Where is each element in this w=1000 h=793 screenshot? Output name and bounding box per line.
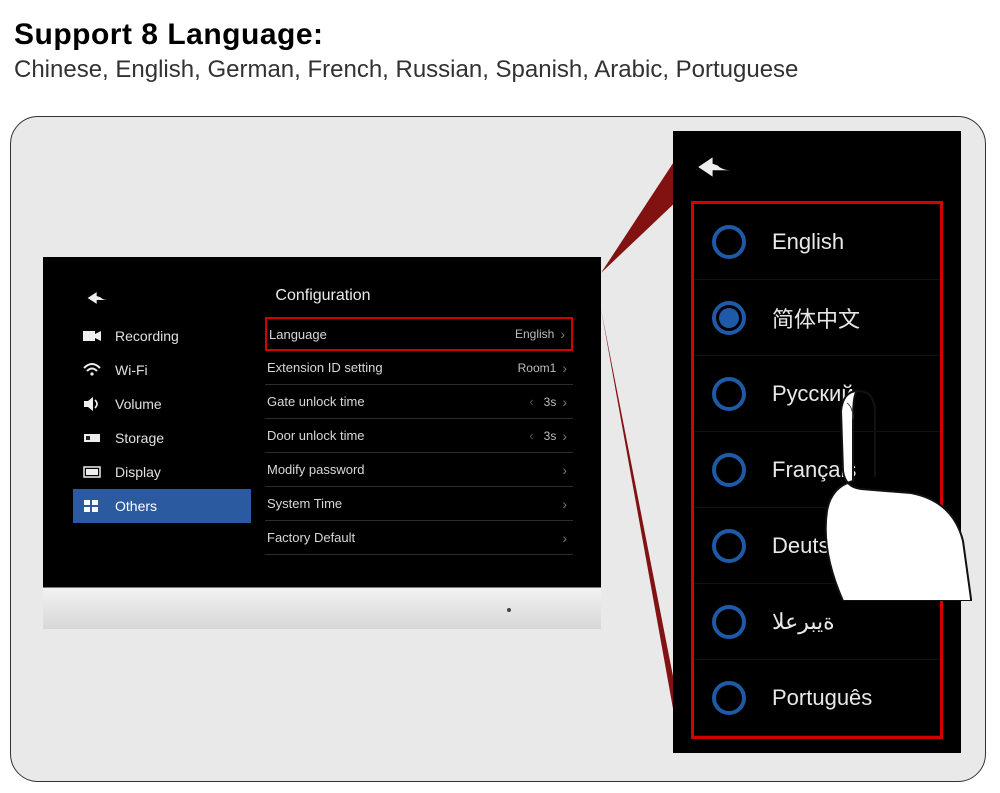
language-label: English <box>772 229 844 255</box>
language-option--[interactable]: 简体中文 <box>694 280 940 356</box>
device-bezel: Configuration Recording Wi-Fi Volume Storag… <box>43 257 601 587</box>
sidebar: Recording Wi-Fi Volume Storage Display Others <box>73 319 251 523</box>
language-option-portugu-s[interactable]: Português <box>694 660 940 736</box>
language-option--[interactable]: ةيبرعلا <box>694 584 940 660</box>
language-label: ةيبرعلا <box>772 609 835 635</box>
storage-icon <box>83 429 101 447</box>
wifi-icon <box>83 361 101 379</box>
setting-label: Extension ID setting <box>267 360 383 375</box>
setting-value: Room1 <box>518 361 557 375</box>
volume-icon <box>83 395 101 413</box>
sidebar-item-display[interactable]: Display <box>73 455 251 489</box>
setting-label: Door unlock time <box>267 428 365 443</box>
sidebar-item-label: Storage <box>115 430 164 446</box>
back-icon[interactable] <box>695 153 735 181</box>
setting-label: System Time <box>267 496 342 511</box>
radio-icon <box>712 377 746 411</box>
language-option-deutsch[interactable]: Deutsch <box>694 508 940 584</box>
sidebar-item-wi-fi[interactable]: Wi-Fi <box>73 353 251 387</box>
setting-value: 3s <box>544 395 557 409</box>
setting-value: English <box>515 327 554 341</box>
radio-icon <box>712 529 746 563</box>
sidebar-item-label: Display <box>115 464 161 480</box>
setting-row-modify-password[interactable]: Modify password › <box>265 453 573 487</box>
radio-icon <box>712 681 746 715</box>
language-label: 简体中文 <box>772 302 860 334</box>
grid-icon <box>83 497 101 515</box>
chevron-right-icon: › <box>562 496 567 512</box>
headline: Support 8 Language: <box>0 0 1000 56</box>
sidebar-item-label: Recording <box>115 328 179 344</box>
config-screen: Configuration Recording Wi-Fi Volume Storag… <box>73 279 573 563</box>
chevron-right-icon: › <box>562 360 567 376</box>
chevron-right-icon: › <box>562 462 567 478</box>
microphone-dot <box>507 608 511 612</box>
sidebar-item-others[interactable]: Others <box>73 489 251 523</box>
setting-value: 3s <box>544 429 557 443</box>
setting-row-extension-id-setting[interactable]: Extension ID setting Room1 › <box>265 351 573 385</box>
radio-icon <box>712 605 746 639</box>
setting-row-system-time[interactable]: System Time › <box>265 487 573 521</box>
setting-label: Modify password <box>267 462 365 477</box>
language-label: Português <box>772 685 872 711</box>
chevron-right-icon: › <box>562 530 567 546</box>
language-option-english[interactable]: English <box>694 204 940 280</box>
sidebar-item-label: Volume <box>115 396 162 412</box>
sidebar-item-storage[interactable]: Storage <box>73 421 251 455</box>
language-options: English 简体中文 Русский Français Deutsch ةيبرعلا… <box>691 201 943 739</box>
radio-icon <box>712 225 746 259</box>
device-base <box>43 587 601 629</box>
setting-row-factory-default[interactable]: Factory Default › <box>265 521 573 555</box>
chevron-left-icon[interactable]: ‹ <box>529 394 533 409</box>
language-option-fran-ais[interactable]: Français <box>694 432 940 508</box>
chevron-left-icon[interactable]: ‹ <box>529 428 533 443</box>
settings-list: Language English › Extension ID setting Room… <box>265 317 573 555</box>
chevron-right-icon[interactable]: › <box>562 428 567 444</box>
setting-row-gate-unlock-time[interactable]: Gate unlock time ‹ 3s › <box>265 385 573 419</box>
radio-icon <box>712 453 746 487</box>
language-list-text: Chinese, English, German, French, Russia… <box>0 56 1000 94</box>
device-frame: Configuration Recording Wi-Fi Volume Storag… <box>43 257 601 629</box>
sidebar-item-volume[interactable]: Volume <box>73 387 251 421</box>
language-option--[interactable]: Русский <box>694 356 940 432</box>
sidebar-item-label: Others <box>115 498 157 514</box>
chevron-right-icon: › <box>560 326 565 342</box>
language-zoom-panel: English 简体中文 Русский Français Deutsch ةيبرعلا… <box>673 131 961 753</box>
language-label: Deutsch <box>772 533 853 559</box>
setting-label: Factory Default <box>267 530 355 545</box>
camera-icon <box>83 327 101 345</box>
sidebar-item-recording[interactable]: Recording <box>73 319 251 353</box>
illustration-canvas: Configuration Recording Wi-Fi Volume Storag… <box>10 116 986 782</box>
setting-row-door-unlock-time[interactable]: Door unlock time ‹ 3s › <box>265 419 573 453</box>
screen-title: Configuration <box>73 287 573 305</box>
chevron-right-icon[interactable]: › <box>562 394 567 410</box>
setting-row-language[interactable]: Language English › <box>265 317 573 351</box>
language-label: Français <box>772 457 856 483</box>
radio-icon <box>712 301 746 335</box>
display-icon <box>83 463 101 481</box>
setting-label: Gate unlock time <box>267 394 365 409</box>
setting-label: Language <box>269 327 327 342</box>
sidebar-item-label: Wi-Fi <box>115 362 148 378</box>
language-label: Русский <box>772 381 854 407</box>
